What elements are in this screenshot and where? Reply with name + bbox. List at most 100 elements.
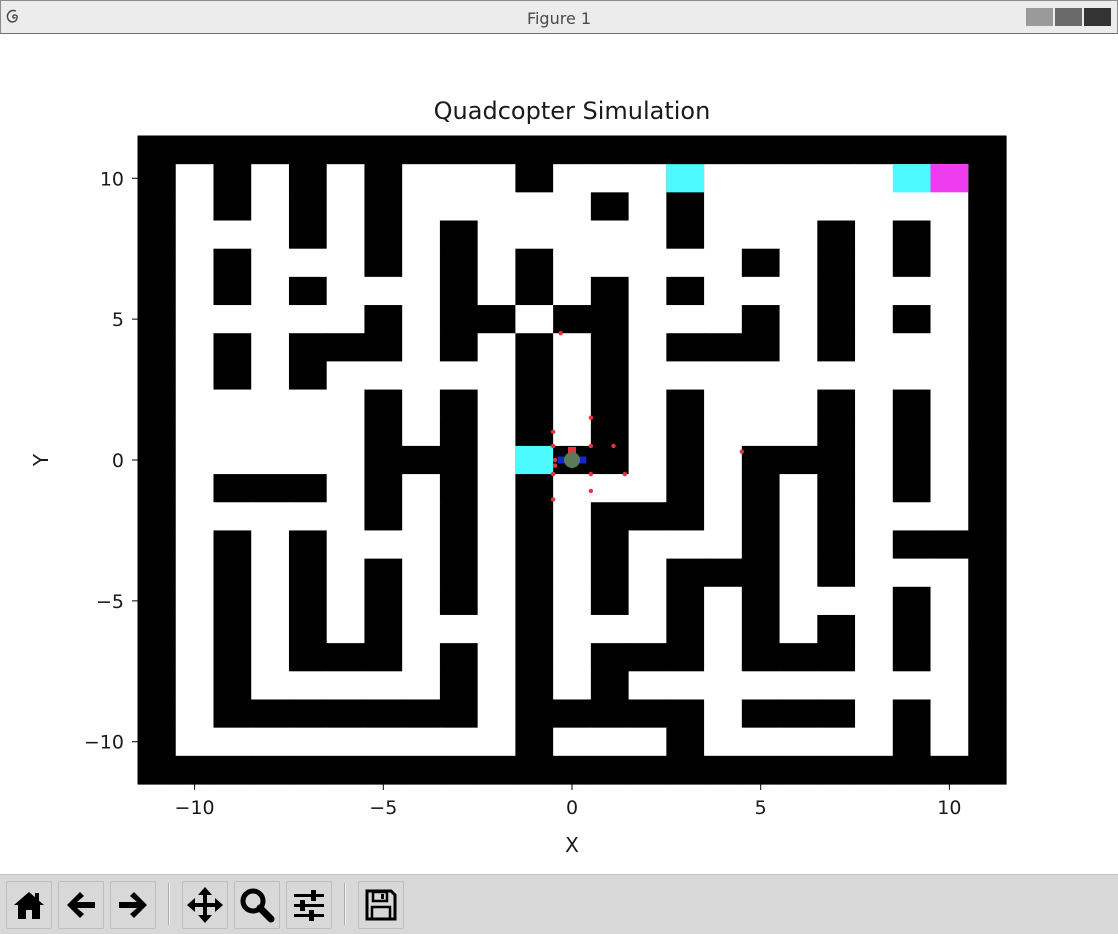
maze-wall-cell [364, 445, 403, 475]
maze-free-cell [930, 220, 969, 250]
maze-free-cell [666, 248, 705, 278]
maze-free-cell [477, 164, 516, 193]
maze-free-cell [251, 530, 290, 560]
maze-wall-cell [892, 586, 932, 616]
maze-wall-cell [930, 530, 969, 560]
maze-free-cell [288, 305, 328, 334]
maze-free-cell [477, 727, 516, 757]
maze-free-cell [326, 361, 366, 391]
maze-wall-cell [439, 248, 479, 278]
maze-wall-cell [817, 305, 856, 334]
maze-wall-cell [553, 305, 592, 334]
maximize-button[interactable] [1055, 8, 1082, 26]
maze-free-cell [855, 502, 894, 532]
maze-free-cell [741, 361, 781, 391]
maze-wall-cell [930, 755, 969, 785]
maze-wall-cell [817, 755, 856, 785]
maze-free-cell [741, 192, 781, 222]
forward-button[interactable] [110, 881, 156, 929]
figure-canvas[interactable]: Quadcopter Simulation −10 −5 0 5 10 −10 −5 0 5 10… [0, 34, 1118, 874]
maze-wall-cell [892, 474, 932, 503]
maze-wall-cell [175, 755, 215, 785]
maze-free-cell [779, 248, 818, 278]
close-button[interactable] [1084, 8, 1111, 26]
maze-wall-cell [590, 361, 630, 391]
maze-wall-cell [138, 417, 177, 447]
maze-free-cell [628, 417, 667, 447]
maze-wall-cell [213, 671, 252, 701]
maze-wall-cell [741, 699, 781, 729]
maze-wall-cell [968, 305, 1007, 334]
waypoint-marker [611, 443, 616, 449]
maze-wall-cell [779, 755, 818, 785]
maze-wall-cell [892, 389, 932, 419]
maze-wall-cell [968, 530, 1007, 560]
maze-wall-cell [439, 136, 479, 165]
maze-wall-cell [892, 727, 932, 757]
back-button[interactable] [58, 881, 104, 929]
maze-free-cell [741, 727, 781, 757]
x-tick-label: 10 [937, 797, 961, 819]
maze-free-cell [704, 502, 743, 532]
waypoint-marker [739, 449, 745, 454]
maze-free-cell [553, 389, 592, 419]
maze-free-cell [175, 276, 215, 306]
waypoint-marker [552, 463, 558, 468]
floppy-disk-icon [365, 889, 397, 921]
maze-free-cell [477, 361, 516, 391]
quadcopter-maze-plot[interactable]: Quadcopter Simulation −10 −5 0 5 10 −10 −5 0 5 10… [0, 34, 1118, 874]
maze-wall-cell [817, 276, 856, 306]
window-titlebar[interactable]: Figure 1 [0, 0, 1118, 34]
minimize-button[interactable] [1026, 8, 1053, 26]
maze-wall-cell [138, 192, 177, 222]
waypoint-marker [558, 331, 563, 336]
maze-free-cell [251, 671, 290, 701]
maze-free-cell [175, 614, 215, 644]
maze-wall-cell [364, 755, 403, 785]
maze-free-cell [930, 361, 969, 391]
maze-wall-cell [138, 220, 177, 250]
maze-free-cell [628, 389, 667, 419]
maze-wall-cell [817, 248, 856, 278]
maze-free-cell [779, 671, 818, 701]
maze-free-cell [288, 671, 328, 701]
maze-wall-cell [590, 755, 630, 785]
configure-subplots-button[interactable] [286, 881, 332, 929]
maze-free-cell [930, 192, 969, 222]
maze-free-cell [741, 671, 781, 701]
maze-wall-cell [138, 305, 177, 334]
goal-cell [666, 164, 705, 193]
maze-free-cell [439, 361, 479, 391]
maze-free-cell [779, 417, 818, 447]
maze-free-cell [817, 727, 856, 757]
maze-wall-cell [138, 276, 177, 306]
maze-wall-cell [326, 136, 366, 165]
maze-wall-cell [515, 276, 554, 306]
sliders-icon [294, 890, 324, 921]
home-button[interactable] [6, 881, 52, 929]
maze-free-cell [553, 502, 592, 532]
maze-free-cell [251, 417, 290, 447]
maze-wall-cell [968, 389, 1007, 419]
maze-free-cell [892, 333, 932, 362]
y-tick-label: −5 [96, 591, 124, 613]
maze-wall-cell [439, 445, 479, 475]
maze-wall-cell [439, 558, 479, 588]
maze-wall-cell [968, 417, 1007, 447]
y-tick-label: 0 [112, 450, 124, 472]
waypoint-marker [588, 415, 594, 420]
maze-free-cell [704, 586, 743, 616]
maze-free-cell [402, 474, 441, 503]
maze-free-cell [704, 671, 743, 701]
save-button[interactable] [358, 881, 404, 929]
maze-free-cell [666, 671, 705, 701]
pan-button[interactable] [182, 881, 228, 929]
maze-free-cell [439, 614, 479, 644]
x-axis-label: X [565, 833, 579, 857]
zoom-button[interactable] [234, 881, 280, 929]
maze-free-cell [741, 389, 781, 419]
maze-wall-cell [288, 220, 328, 250]
maze-free-cell [855, 445, 894, 475]
maze-wall-cell [138, 699, 177, 729]
maze-wall-cell [666, 558, 705, 588]
